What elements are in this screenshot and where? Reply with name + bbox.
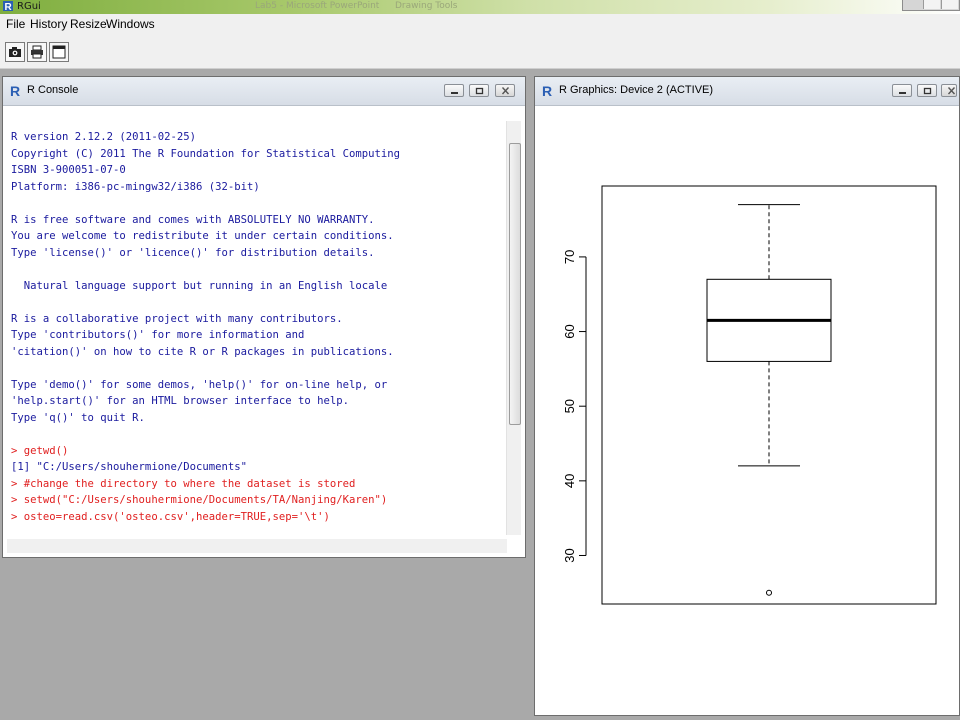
ghost-title-1: Lab5 - Microsoft PowerPoint <box>255 1 380 11</box>
console-vertical-scrollbar[interactable] <box>506 121 521 535</box>
console-titlebar: R R Console <box>3 77 525 106</box>
console-maximize-button[interactable] <box>469 84 489 97</box>
console-output-line: R is a collaborative project with many c… <box>11 312 343 325</box>
minimize-icon <box>451 92 458 94</box>
menu-file[interactable]: File <box>6 17 25 31</box>
console-output[interactable]: R version 2.12.2 (2011-02-25) Copyright (… <box>7 107 505 535</box>
toolbar <box>0 36 960 69</box>
graphics-maximize-button[interactable] <box>917 84 937 97</box>
r-logo-icon: R <box>3 1 13 12</box>
r-logo-icon: R <box>542 83 552 97</box>
svg-text:R: R <box>542 83 552 97</box>
menu-windows[interactable]: Windows <box>106 17 155 31</box>
close-button[interactable] <box>941 0 958 9</box>
y-tick-label: 60 <box>562 324 577 338</box>
console-output-line: R is free software and comes with ABSOLU… <box>11 213 375 226</box>
boxplot-chart: 30 40 50 60 70 <box>562 185 937 605</box>
y-tick-label: 50 <box>562 399 577 413</box>
app-titlebar: R RGui Lab5 - Microsoft PowerPoint Drawi… <box>0 0 960 14</box>
close-icon <box>947 87 956 95</box>
ghost-title-2: Drawing Tools <box>395 1 458 11</box>
r-logo-icon: R <box>10 83 20 97</box>
console-output-line: 'help.start()' for an HTML browser inter… <box>11 395 350 407</box>
window-icon <box>52 45 66 59</box>
console-output-line: Type 'demo()' for some demos, 'help()' f… <box>11 378 388 391</box>
console-window: R R Console R version 2.12.2 (2011-02-25… <box>2 76 526 558</box>
app-title: RGui <box>17 1 41 12</box>
svg-text:R: R <box>5 2 13 12</box>
y-tick-label: 40 <box>562 474 577 488</box>
console-output-line: [1] "C:/Users/shouhermione/Documents" <box>11 461 247 473</box>
camera-icon <box>9 47 21 57</box>
console-input-line: > osteo=read.csv('osteo.csv',header=TRUE… <box>11 510 330 523</box>
y-tick-label: 30 <box>562 548 577 562</box>
console-output-line: You are welcome to redistribute it under… <box>11 230 394 242</box>
print-button[interactable] <box>27 42 47 62</box>
y-tick-label: 70 <box>562 250 577 264</box>
plot-area: 30 40 50 60 70 <box>539 107 955 711</box>
console-output-line: Copyright (C) 2011 The R Foundation for … <box>11 147 401 160</box>
graphics-titlebar: R R Graphics: Device 2 (ACTIVE) <box>535 77 959 106</box>
console-output-line: Type 'contributors()' for more informati… <box>11 329 305 341</box>
svg-text:R: R <box>10 83 20 97</box>
minimize-icon <box>899 92 906 94</box>
outlier-point <box>766 589 772 596</box>
console-input-line: > getwd() <box>11 444 69 457</box>
console-input-line: > setwd("C:/Users/shouhermione/Documents… <box>11 494 388 506</box>
console-output-line: Platform: i386-pc-mingw32/i386 (32-bit) <box>11 180 260 193</box>
open-script-button[interactable] <box>5 42 25 62</box>
window-button[interactable] <box>49 42 69 62</box>
console-output-line: ISBN 3-900051-07-0 <box>11 164 126 176</box>
console-minimize-button[interactable] <box>444 84 464 97</box>
window-controls[interactable] <box>902 0 960 11</box>
console-output-line: 'citation()' on how to cite R or R packa… <box>11 345 394 358</box>
maximize-button[interactable] <box>923 0 940 9</box>
console-input-line: > #change the directory to where the dat… <box>11 477 356 490</box>
console-title: R Console <box>27 84 79 96</box>
graphics-minimize-button[interactable] <box>892 84 912 97</box>
close-icon <box>501 87 510 95</box>
console-horizontal-scrollbar[interactable] <box>7 539 507 553</box>
restore-icon <box>923 87 932 95</box>
console-close-button[interactable] <box>495 84 515 97</box>
console-output-line: R version 2.12.2 (2011-02-25) <box>11 131 196 143</box>
scrollbar-thumb[interactable] <box>509 143 521 425</box>
menu-bar: File History Resize Windows <box>0 14 960 36</box>
menu-resize[interactable]: Resize <box>70 17 107 31</box>
restore-icon <box>475 87 484 95</box>
graphics-title: R Graphics: Device 2 (ACTIVE) <box>559 84 714 96</box>
menu-history[interactable]: History <box>30 17 67 31</box>
graphics-close-button[interactable] <box>941 84 957 97</box>
console-output-line: Type 'license()' or 'licence()' for dist… <box>11 246 375 259</box>
console-output-line: Type 'q()' to quit R. <box>11 411 145 424</box>
console-output-line: Natural language support but running in … <box>11 279 388 292</box>
printer-icon <box>31 45 43 59</box>
graphics-window: R R Graphics: Device 2 (ACTIVE) 30 40 50 60… <box>534 76 960 716</box>
